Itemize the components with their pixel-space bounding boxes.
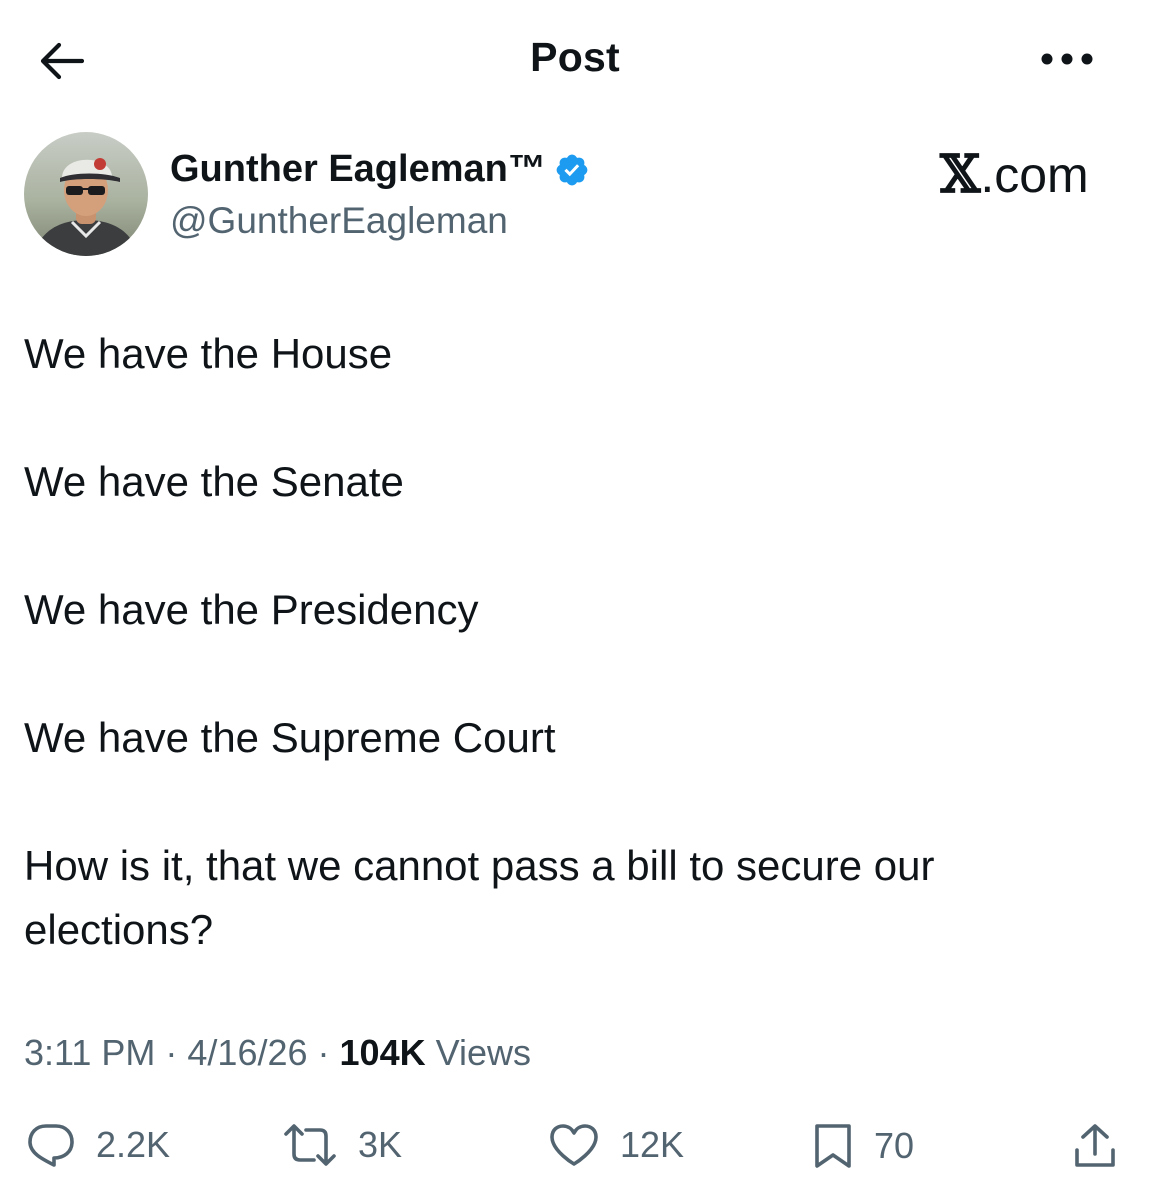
bookmark-icon <box>815 1124 851 1168</box>
watermark-suffix: .com <box>980 146 1089 203</box>
post-line: We have the Presidency <box>24 586 479 633</box>
post-line: We have the House <box>24 330 393 377</box>
post-date[interactable]: 4/16/26 <box>187 1032 307 1073</box>
profile-photo-image <box>24 132 148 256</box>
reply-icon <box>28 1124 74 1167</box>
reply-button[interactable]: 2.2K <box>26 1122 170 1168</box>
post-line: We have the Senate <box>24 458 404 505</box>
avatar[interactable] <box>24 132 148 256</box>
heart-icon <box>550 1124 598 1166</box>
top-bar: Post <box>0 0 1150 118</box>
author-handle[interactable]: @GuntherEagleman <box>170 200 508 242</box>
x-logo-icon: 𝕏 <box>940 144 981 205</box>
author-display-name[interactable]: Gunther Eagleman™ <box>170 148 590 191</box>
views-label: Views <box>425 1032 531 1073</box>
repost-icon <box>284 1124 336 1166</box>
post-time[interactable]: 3:11 PM <box>24 1032 155 1073</box>
post-line: We have the Supreme Court <box>24 714 556 761</box>
meta-separator: · <box>307 1032 340 1073</box>
action-bar: 2.2K 3K 12K 70 <box>0 1112 1150 1182</box>
like-count: 12K <box>620 1124 685 1165</box>
post-text: We have the House We have the Senate We … <box>24 322 1124 962</box>
verified-badge-icon <box>556 154 588 185</box>
share-button[interactable] <box>1072 1122 1118 1170</box>
like-button[interactable]: 12K <box>548 1122 684 1168</box>
x-com-watermark: 𝕏 .com <box>940 144 1089 205</box>
display-name-text: Gunther Eagleman™ <box>170 148 546 190</box>
views-count[interactable]: 104K <box>340 1032 426 1073</box>
meta-separator: · <box>155 1032 188 1073</box>
reply-count: 2.2K <box>96 1124 171 1165</box>
post-meta: 3:11 PM · 4/16/26 · 104K Views <box>24 1032 531 1074</box>
share-icon <box>1075 1124 1115 1167</box>
page-title: Post <box>530 34 620 80</box>
repost-button[interactable]: 3K <box>282 1122 402 1168</box>
more-options-button[interactable] <box>1036 44 1098 74</box>
repost-count: 3K <box>358 1124 403 1165</box>
post-line: How is it, that we cannot pass a bill to… <box>24 842 935 953</box>
bookmark-button[interactable]: 70 <box>812 1122 914 1170</box>
bookmark-count: 70 <box>874 1125 915 1166</box>
more-horizontal-icon <box>1041 53 1093 65</box>
